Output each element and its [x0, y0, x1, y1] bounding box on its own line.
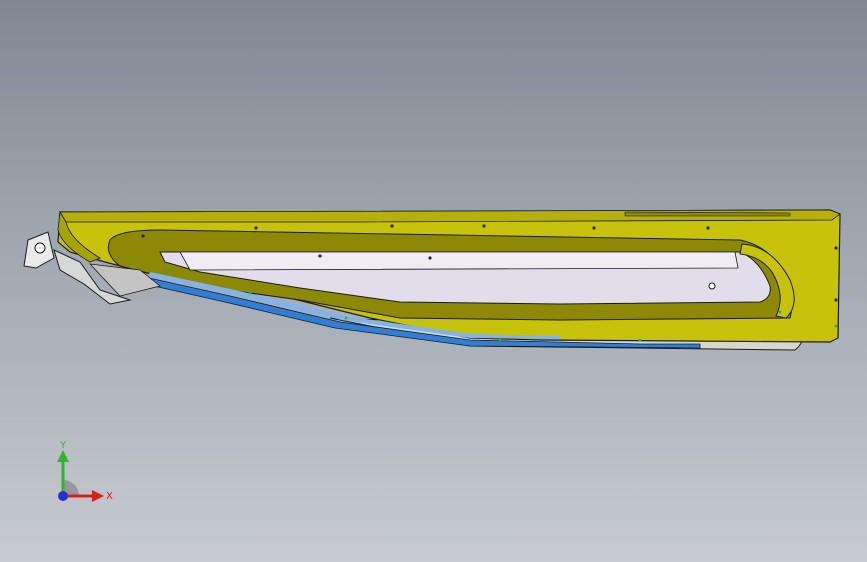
- coordinate-triad[interactable]: Y X: [44, 438, 124, 518]
- x-axis-head: [92, 490, 104, 502]
- graphics-viewport[interactable]: Y X: [0, 0, 867, 562]
- top-slot: [624, 211, 791, 217]
- y-axis-head: [57, 450, 69, 462]
- x-axis-label: X: [106, 491, 113, 502]
- inner-flange: [179, 251, 739, 271]
- cad-model-view[interactable]: [0, 0, 867, 562]
- y-axis-label: Y: [59, 440, 67, 451]
- z-axis-dot: [58, 491, 68, 501]
